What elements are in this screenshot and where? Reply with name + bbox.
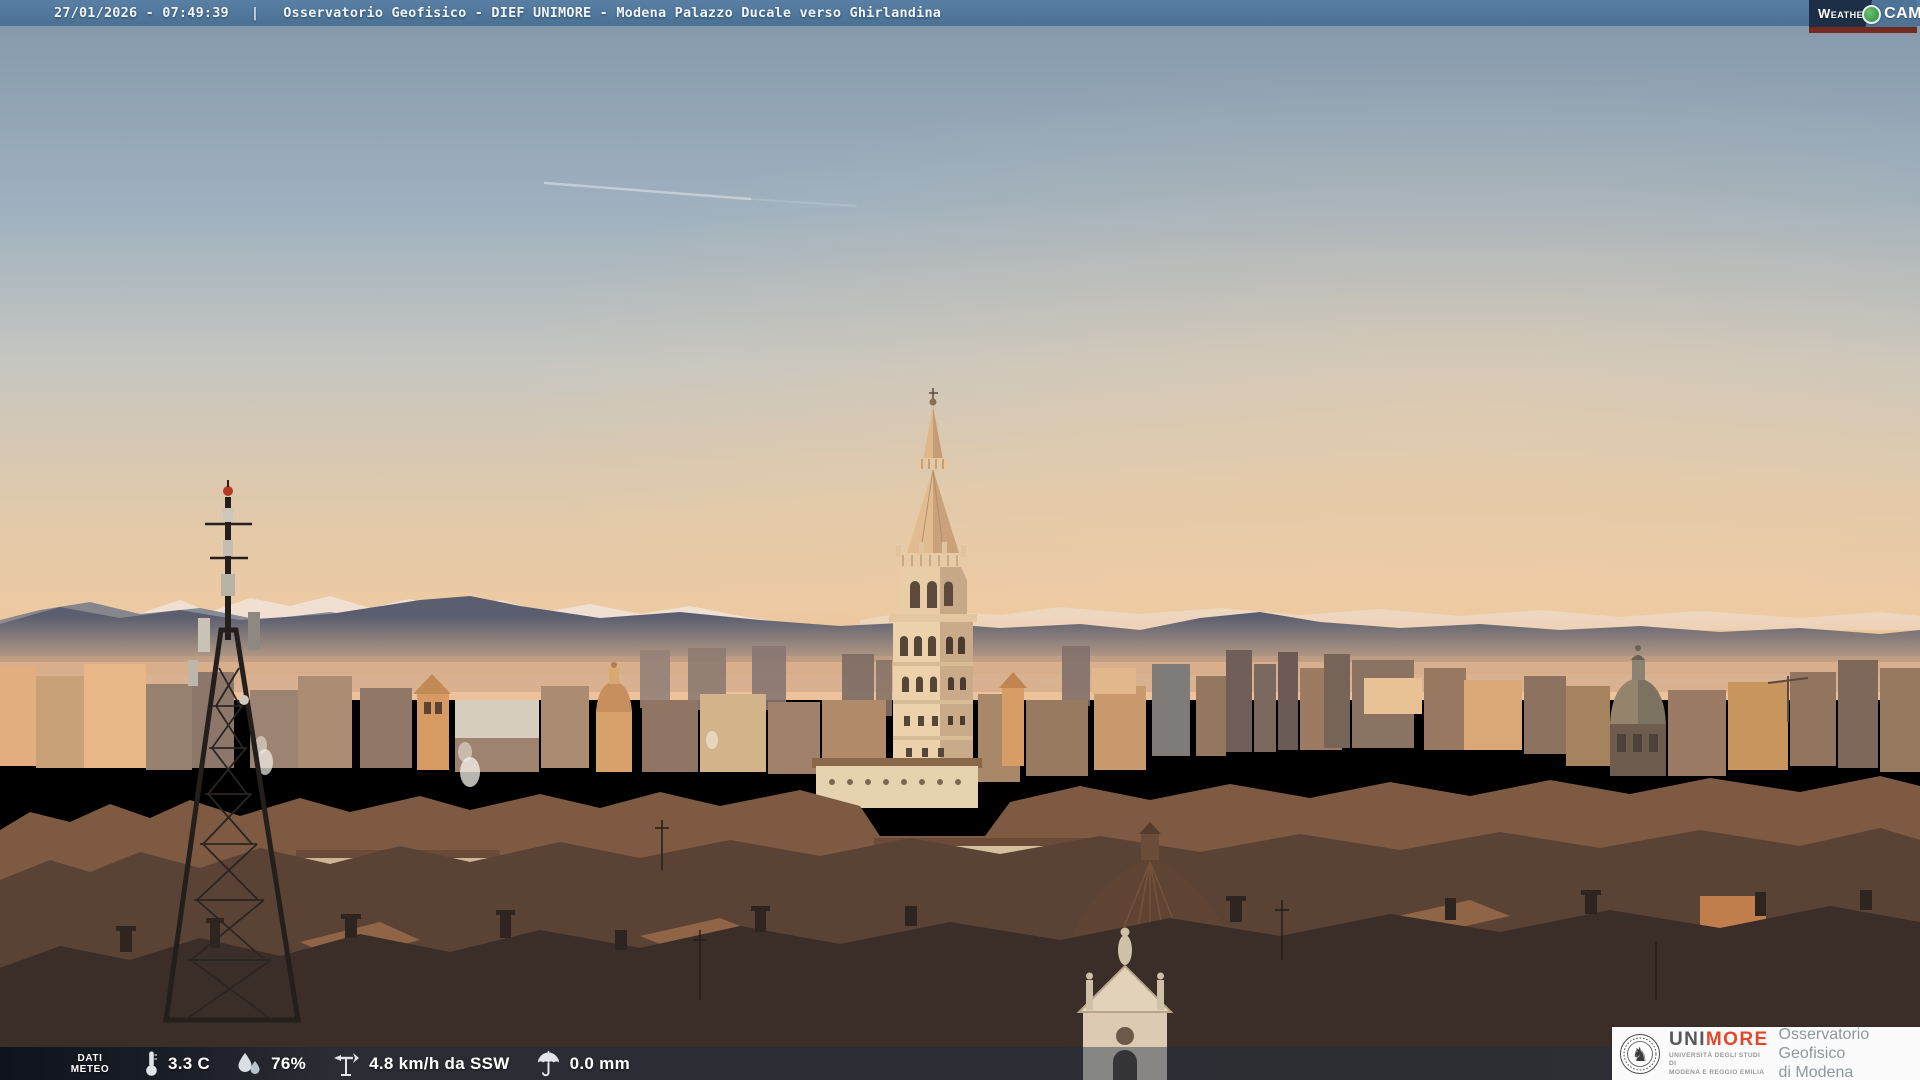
globe-icon (1862, 5, 1881, 24)
webcam-viewer: 27/01/2026 - 07:49:39 | Osservatorio Geo… (0, 0, 1920, 1080)
humidity-reading: 76% (236, 1051, 306, 1077)
precipitation-reading: 0.0 mm (536, 1050, 630, 1077)
observatory-name: Osservatorio Geofisico di Modena (1778, 1025, 1870, 1080)
meteo-label: DATI METEO (70, 1052, 110, 1075)
separator: | (250, 5, 260, 21)
humidity-icon (236, 1051, 262, 1077)
weathercam-cam-text: CAM (1884, 4, 1920, 22)
temperature-reading: 3.3 C (144, 1050, 210, 1077)
camera-title: Osservatorio Geofisico - DIEF UNIMORE - … (283, 5, 942, 21)
thermometer-icon (144, 1050, 159, 1077)
datetime-text: 27/01/2026 - 07:49:39 (54, 5, 229, 21)
umbrella-icon (536, 1050, 561, 1077)
unimore-wordmark: UNIMORE UNIVERSITÀ DEGLI STUDI DI MODENA… (1669, 1028, 1769, 1076)
webcam-photo (0, 0, 1920, 1080)
wind-reading: 4.8 km/h da SSW (332, 1050, 510, 1077)
unimore-seal-icon: ♞ (1620, 1033, 1660, 1074)
weathervane-icon (332, 1050, 360, 1077)
midground-church-tower (413, 674, 451, 770)
osd-top-bar: 27/01/2026 - 07:49:39 | Osservatorio Geo… (0, 0, 1920, 26)
weathercam-logo[interactable]: Weather CAM (1809, 0, 1920, 33)
logo-red-strip (1809, 27, 1917, 33)
unimore-badge[interactable]: ♞ UNIMORE UNIVERSITÀ DEGLI STUDI DI MODE… (1612, 1025, 1920, 1080)
svg-text:♞: ♞ (1631, 1044, 1648, 1066)
weathercam-weather-text: Weather (1818, 6, 1871, 21)
small-lit-tower (999, 672, 1027, 766)
